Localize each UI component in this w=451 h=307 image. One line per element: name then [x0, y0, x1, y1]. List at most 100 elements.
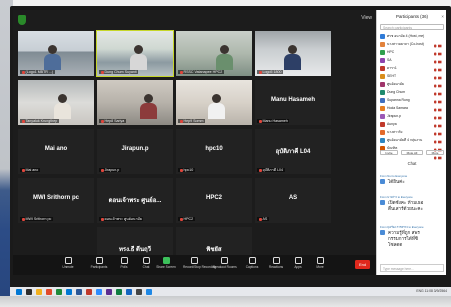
participant-row[interactable]: Jirapun.p — [380, 113, 444, 127]
end-meeting-button[interactable]: End — [355, 260, 370, 269]
participant-row[interactable]: ศรช อนามัย 4 (Host, me) — [380, 33, 444, 47]
video-tile[interactable]: Jirapun.p Jirapun.p — [97, 129, 173, 174]
view-button[interactable]: View — [361, 15, 372, 21]
participant-row[interactable]: SEHT — [380, 73, 444, 87]
muted-mic-video-icon — [434, 123, 442, 135]
record-stop-recording-button[interactable]: Record/Stop Recording — [183, 257, 216, 273]
taskbar-app-icon[interactable] — [146, 288, 152, 295]
participant-row[interactable]: Dung Chum — [380, 89, 444, 103]
participant-row[interactable]: นางสาวกิ่ง — [380, 129, 444, 143]
chat-message-meta: From Nui to Everyone — [380, 174, 408, 178]
muted-mic-video-icon — [434, 139, 442, 151]
security-shield-icon[interactable] — [18, 15, 26, 25]
video-tile[interactable]: ดอนเจ้าพระ ศูนย์อ... ดอนเจ้าพระ ศูนย์อนาม… — [97, 178, 173, 223]
taskbar-app-icon[interactable] — [126, 288, 132, 295]
toolbar-button-label: Captions — [245, 265, 259, 269]
taskbar-app-icon[interactable] — [96, 288, 102, 295]
participant-name-label: (Logo1 MBTR ...) — [20, 70, 55, 74]
captions-button[interactable]: Captions — [241, 257, 263, 273]
taskbar-app-icon[interactable] — [26, 288, 32, 295]
chat-button[interactable]: Chat — [135, 257, 157, 273]
windows-taskbar: ENG 11:08 3/9/2564 — [10, 287, 451, 296]
person-silhouette — [58, 94, 67, 103]
participant-display-name: Mai ano — [44, 146, 68, 152]
video-tile[interactable]: Tanyaluk Krungthep — [18, 80, 94, 125]
breakout-icon — [220, 257, 228, 264]
participant-row[interactable]: ศูนย์อนามัย — [380, 81, 444, 95]
participant-row[interactable]: HPC — [380, 49, 444, 63]
zoom-meeting-window: View (Logo1 MBTR ...) Dung Chum Suyanti RS… — [13, 10, 376, 275]
participant-row[interactable]: Supanna Rung — [380, 97, 444, 111]
video-tile[interactable]: Manu Hasameh Manu Hasameh — [255, 80, 331, 125]
avatar — [380, 114, 385, 119]
avatar — [380, 50, 385, 55]
chat-message-input[interactable]: Type message here... — [380, 264, 444, 272]
taskbar-app-icon[interactable] — [86, 288, 92, 295]
video-tile[interactable]: HPC2 HPC2 — [176, 178, 252, 223]
participant-row[interactable]: SA — [380, 57, 444, 71]
taskbar-app-icon[interactable] — [76, 288, 82, 295]
video-tile[interactable]: Dung Chum Suyanti — [96, 30, 174, 77]
video-tile[interactable]: hpc10 hpc10 — [176, 129, 252, 174]
taskbar-app-icon[interactable] — [66, 288, 72, 295]
participant-row[interactable]: ดารา1 — [380, 65, 444, 79]
participants-search-input[interactable]: Search participants — [380, 24, 444, 30]
avatar — [380, 34, 385, 39]
share-icon — [162, 257, 170, 264]
participant-display-name: MWI Srithorn pc — [33, 195, 79, 201]
unmute-button[interactable]: Unmute — [57, 257, 79, 273]
participant-name-text: Logo5 1800 — [262, 70, 282, 74]
video-tile[interactable]: MWI Srithorn pc MWI Srithorn pc — [18, 178, 94, 223]
participant-name-text: ดอนเจ้าพระ ศูนย์อนามัย — [104, 217, 142, 221]
muted-mic-icon — [258, 70, 262, 74]
participant-name-label: HPC2 — [178, 217, 195, 221]
video-tile[interactable]: อุบัติภาคี L04 อุบัติภาคี L04 — [255, 129, 331, 174]
avatar — [380, 74, 385, 79]
taskbar-app-icon[interactable] — [136, 288, 142, 295]
avatar — [380, 82, 385, 87]
taskbar-app-icon[interactable] — [36, 288, 42, 295]
more-button[interactable]: More — [309, 257, 331, 273]
sender-avatar — [380, 200, 385, 205]
video-tile[interactable]: (Logo1 MBTR ...) — [18, 31, 94, 76]
close-icon[interactable]: × — [441, 12, 444, 22]
taskbar-app-icon[interactable] — [16, 288, 22, 295]
polls-button[interactable]: Polls — [113, 257, 135, 273]
muted-mic-icon — [258, 119, 262, 123]
participant-row[interactable]: นางสาวมยาลา (Co-host) — [380, 41, 444, 55]
muted-mic-icon — [258, 168, 262, 172]
taskbar-app-icon[interactable] — [56, 288, 62, 295]
share-screen-button[interactable]: Share Screen — [155, 257, 177, 273]
breakout-rooms-button[interactable]: Breakout Rooms — [213, 257, 237, 273]
muted-mic-icon — [100, 70, 104, 74]
system-tray: ENG 11:08 3/9/2564 — [416, 289, 447, 293]
video-tile[interactable]: Hep9 Somm — [176, 80, 252, 125]
mute-all-button[interactable]: Mute All — [401, 150, 423, 155]
video-tile[interactable]: RSSC Vatanapee HPC2 — [176, 31, 252, 76]
taskbar-app-icon[interactable] — [106, 288, 112, 295]
reactions-button[interactable]: Reactions — [265, 257, 287, 273]
muted-mic-video-icon — [434, 83, 442, 95]
participant-row[interactable]: Aunya — [380, 121, 444, 135]
apps-button[interactable]: Apps — [287, 257, 309, 273]
taskbar-app-icon[interactable] — [46, 288, 52, 295]
invite-button[interactable]: Invite — [380, 150, 398, 155]
video-tile[interactable]: Logo5 1800 — [255, 31, 331, 76]
participant-row[interactable]: Hoda Samara — [380, 105, 444, 119]
participant-name-text: Hep9 Somm — [183, 119, 204, 123]
muted-mic-icon — [179, 70, 183, 74]
muted-mic-icon — [100, 217, 104, 221]
participant-row[interactable]: ศูนย์อนามัยที่ 4 กลุ่มงาน — [380, 137, 444, 151]
participant-name: SA — [387, 58, 392, 62]
video-tile[interactable]: Hep8 Sariya — [97, 80, 173, 125]
video-tile[interactable]: Mai ano Mai ano — [18, 129, 94, 174]
person-silhouette — [48, 45, 57, 54]
participant-name: นางสาวมยาลา (Co-host) — [387, 42, 424, 46]
participants-button[interactable]: Participants — [88, 257, 110, 273]
video-tile[interactable]: AS AS — [255, 178, 331, 223]
chat-title: Chat — [407, 161, 417, 166]
more-button[interactable]: More — [426, 150, 444, 155]
participant-display-name: ดอนเจ้าพระ ศูนย์อ... — [108, 198, 162, 204]
muted-mic-video-icon — [434, 99, 442, 111]
taskbar-app-icon[interactable] — [116, 288, 122, 295]
